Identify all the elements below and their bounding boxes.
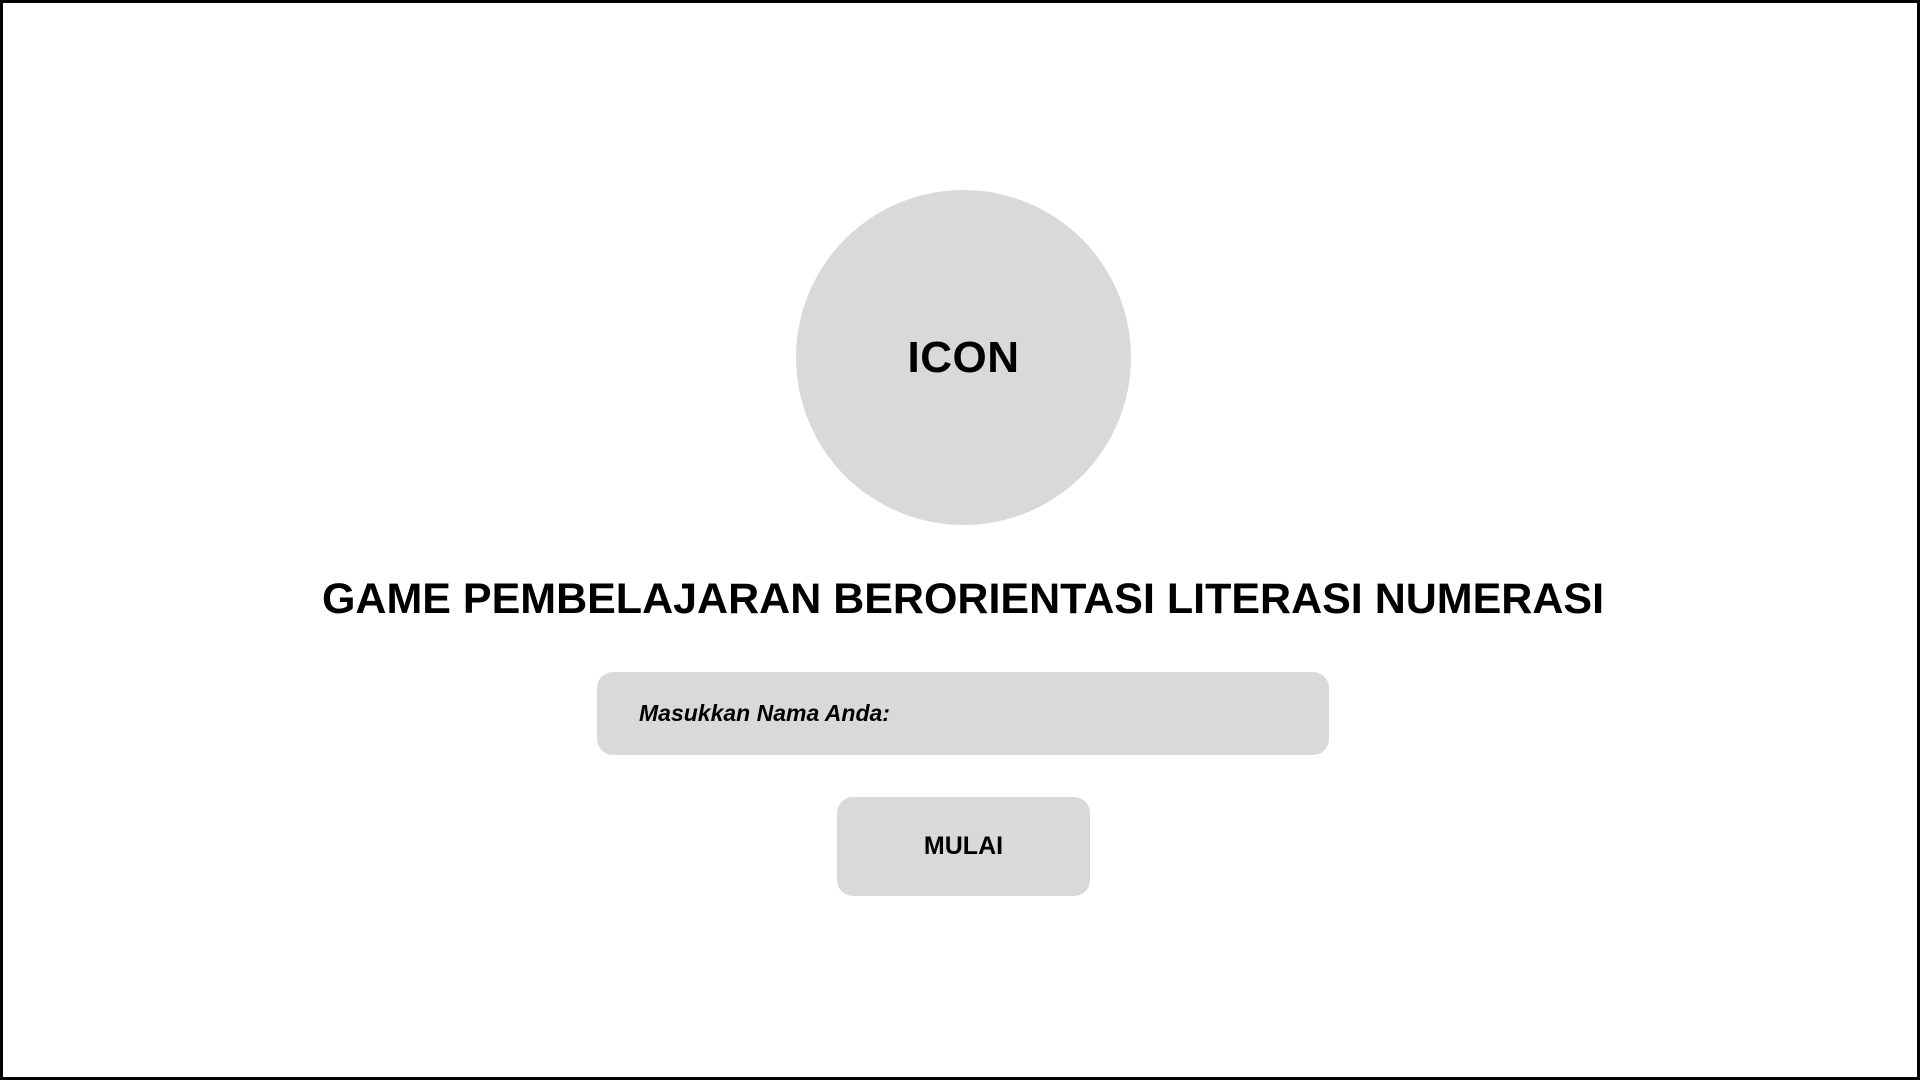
player-name-input[interactable] — [597, 672, 1329, 755]
page-title: GAME PEMBELAJARAN BERORIENTASI LITERASI … — [321, 575, 1605, 623]
logo-label: ICON — [907, 332, 1020, 382]
app-window: ICON GAME PEMBELAJARAN BERORIENTASI LITE… — [0, 0, 1920, 1080]
start-button[interactable]: MULAI — [837, 797, 1090, 896]
app-logo-icon: ICON — [796, 190, 1131, 525]
